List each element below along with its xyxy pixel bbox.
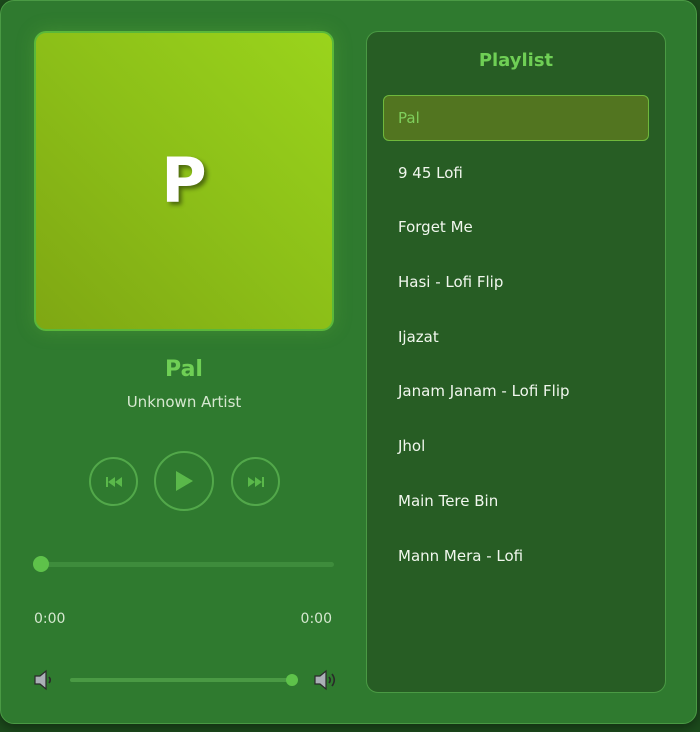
- playlist-item[interactable]: 9 45 Lofi: [383, 150, 649, 196]
- speaker-low-icon[interactable]: [33, 669, 57, 691]
- volume-slider[interactable]: [70, 678, 292, 682]
- duration: 0:00: [300, 611, 332, 627]
- playlist-item[interactable]: Main Tere Bin: [383, 478, 649, 524]
- playlist-item[interactable]: Mann Mera - Lofi: [383, 533, 649, 579]
- playlist-item[interactable]: Hasi - Lofi Flip: [383, 259, 649, 305]
- playlist-item[interactable]: Forget Me: [383, 204, 649, 250]
- album-art-letter: P: [161, 144, 207, 217]
- playlist-item[interactable]: Ijazat: [383, 314, 649, 360]
- play-button[interactable]: [154, 451, 214, 511]
- playlist-title: Playlist: [478, 50, 554, 71]
- album-art: P: [34, 31, 334, 331]
- playlist-item[interactable]: Janam Janam - Lofi Flip: [383, 368, 649, 414]
- song-artist: Unknown Artist: [126, 393, 242, 411]
- skip-next-icon: [247, 476, 264, 487]
- progress-thumb[interactable]: [33, 556, 49, 572]
- playlist-panel: Playlist Pal 9 45 Lofi Forget Me Hasi - …: [366, 31, 666, 693]
- speaker-high-icon[interactable]: [313, 669, 337, 691]
- volume-thumb[interactable]: [286, 674, 298, 686]
- song-title: Pal: [165, 357, 203, 382]
- playlist-item[interactable]: Jhol: [383, 423, 649, 469]
- next-button[interactable]: [231, 457, 280, 506]
- play-icon: [176, 471, 193, 491]
- current-time: 0:00: [34, 611, 66, 627]
- music-player: P Pal Unknown Artist 0:00 0:00 Playlist …: [0, 0, 697, 724]
- previous-button[interactable]: [89, 457, 138, 506]
- skip-previous-icon: [105, 476, 122, 487]
- playlist-item[interactable]: Pal: [383, 95, 649, 141]
- progress-bar[interactable]: [42, 562, 334, 567]
- playlist-list: Pal 9 45 Lofi Forget Me Hasi - Lofi Flip…: [383, 95, 649, 587]
